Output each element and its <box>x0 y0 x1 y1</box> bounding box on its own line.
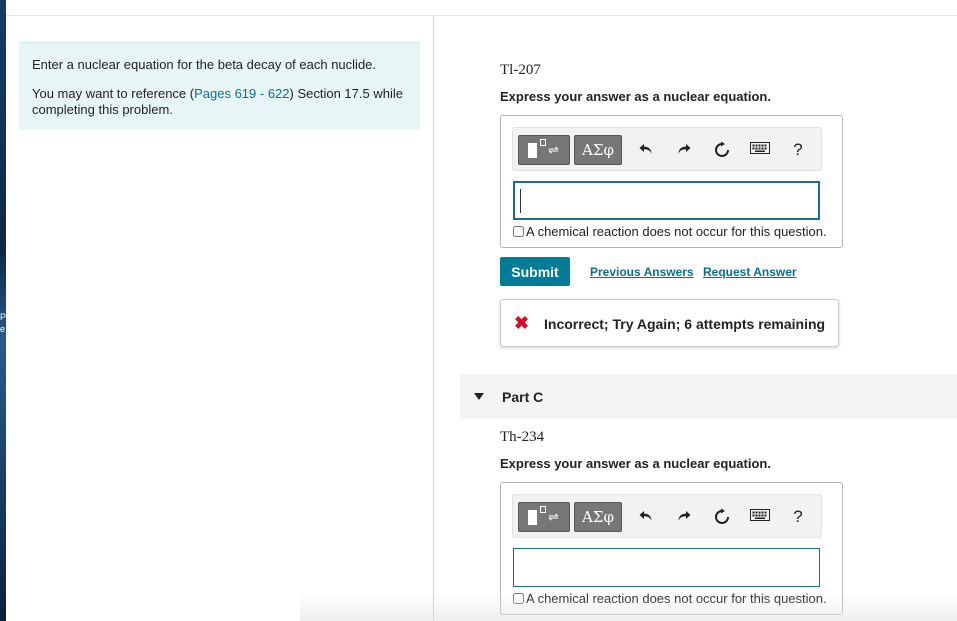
greek-letters-button[interactable]: ΑΣφ <box>574 502 622 532</box>
no-reaction-label: A chemical reaction does not occur for t… <box>526 591 827 606</box>
part-c-label: Part C <box>502 389 544 405</box>
desktop-text-fragment: e <box>0 324 6 334</box>
templates-icon <box>528 510 537 525</box>
part-b-no-reaction-option[interactable]: A chemical reaction does not occur for t… <box>513 224 827 239</box>
column-divider <box>433 16 434 621</box>
part-b-equation-input[interactable] <box>513 181 820 220</box>
error-icon: ✖ <box>514 313 530 333</box>
part-c-header[interactable]: Part C <box>460 374 957 419</box>
greek-letters-button[interactable]: ΑΣφ <box>574 135 622 165</box>
desktop-edge: P e <box>0 0 6 621</box>
previous-answers-link[interactable]: Previous Answers <box>590 265 694 279</box>
intro-reference: You may want to reference (Pages 619 - 6… <box>32 86 407 118</box>
templates-button[interactable]: ⇌ <box>518 502 570 532</box>
templates-arrow-glyph: ⇌ <box>548 509 559 524</box>
redo-icon[interactable] <box>673 139 695 161</box>
templates-button[interactable]: ⇌ <box>518 135 570 165</box>
intro-panel: Enter a nuclear equation for the beta de… <box>19 42 420 130</box>
part-c-answer-box: ⇌ ΑΣφ ? A chemical reaction does not occ… <box>500 482 843 615</box>
intro-instruction: Enter a nuclear equation for the beta de… <box>32 57 377 72</box>
text-caret <box>520 189 521 213</box>
keyboard-icon[interactable] <box>749 506 771 528</box>
part-c-equation-input[interactable] <box>513 548 820 587</box>
part-c-nuclide: Th-234 <box>500 429 545 445</box>
templates-superscript-glyph <box>540 506 546 513</box>
reference-prefix: You may want to reference ( <box>32 86 195 101</box>
feedback-text: Incorrect; Try Again; 6 attempts remaini… <box>544 316 826 332</box>
part-c-no-reaction-checkbox[interactable] <box>513 593 524 604</box>
no-reaction-label: A chemical reaction does not occur for t… <box>526 224 827 239</box>
math-toolbar: ⇌ ΑΣφ ? <box>512 494 822 538</box>
undo-icon[interactable] <box>635 139 657 161</box>
part-b-nuclide: Tl-207 <box>500 62 541 78</box>
help-icon[interactable]: ? <box>787 139 809 161</box>
part-b-instruction: Express your answer as a nuclear equatio… <box>500 89 771 104</box>
submit-button[interactable]: Submit <box>500 257 570 286</box>
undo-icon[interactable] <box>635 506 657 528</box>
reset-icon[interactable] <box>711 139 733 161</box>
top-bar <box>6 0 957 16</box>
feedback-message: ✖ Incorrect; Try Again; 6 attempts remai… <box>500 299 839 347</box>
math-toolbar: ⇌ ΑΣφ ? <box>512 127 822 171</box>
part-b-no-reaction-checkbox[interactable] <box>513 226 524 237</box>
part-c-no-reaction-option[interactable]: A chemical reaction does not occur for t… <box>513 591 827 606</box>
request-answer-link[interactable]: Request Answer <box>703 265 797 279</box>
collapse-triangle-icon[interactable] <box>474 393 484 400</box>
part-c-instruction: Express your answer as a nuclear equatio… <box>500 456 771 471</box>
templates-arrow-glyph: ⇌ <box>548 142 559 157</box>
reset-icon[interactable] <box>711 506 733 528</box>
templates-superscript-glyph <box>540 139 546 146</box>
reference-pages-link[interactable]: Pages 619 - 622 <box>194 86 289 101</box>
desktop-text-fragment: P <box>0 312 7 322</box>
help-icon[interactable]: ? <box>787 506 809 528</box>
redo-icon[interactable] <box>673 506 695 528</box>
templates-icon <box>528 143 537 158</box>
part-b-answer-box: ⇌ ΑΣφ ? A chemical reaction does not occ… <box>500 115 843 248</box>
keyboard-icon[interactable] <box>749 139 771 161</box>
